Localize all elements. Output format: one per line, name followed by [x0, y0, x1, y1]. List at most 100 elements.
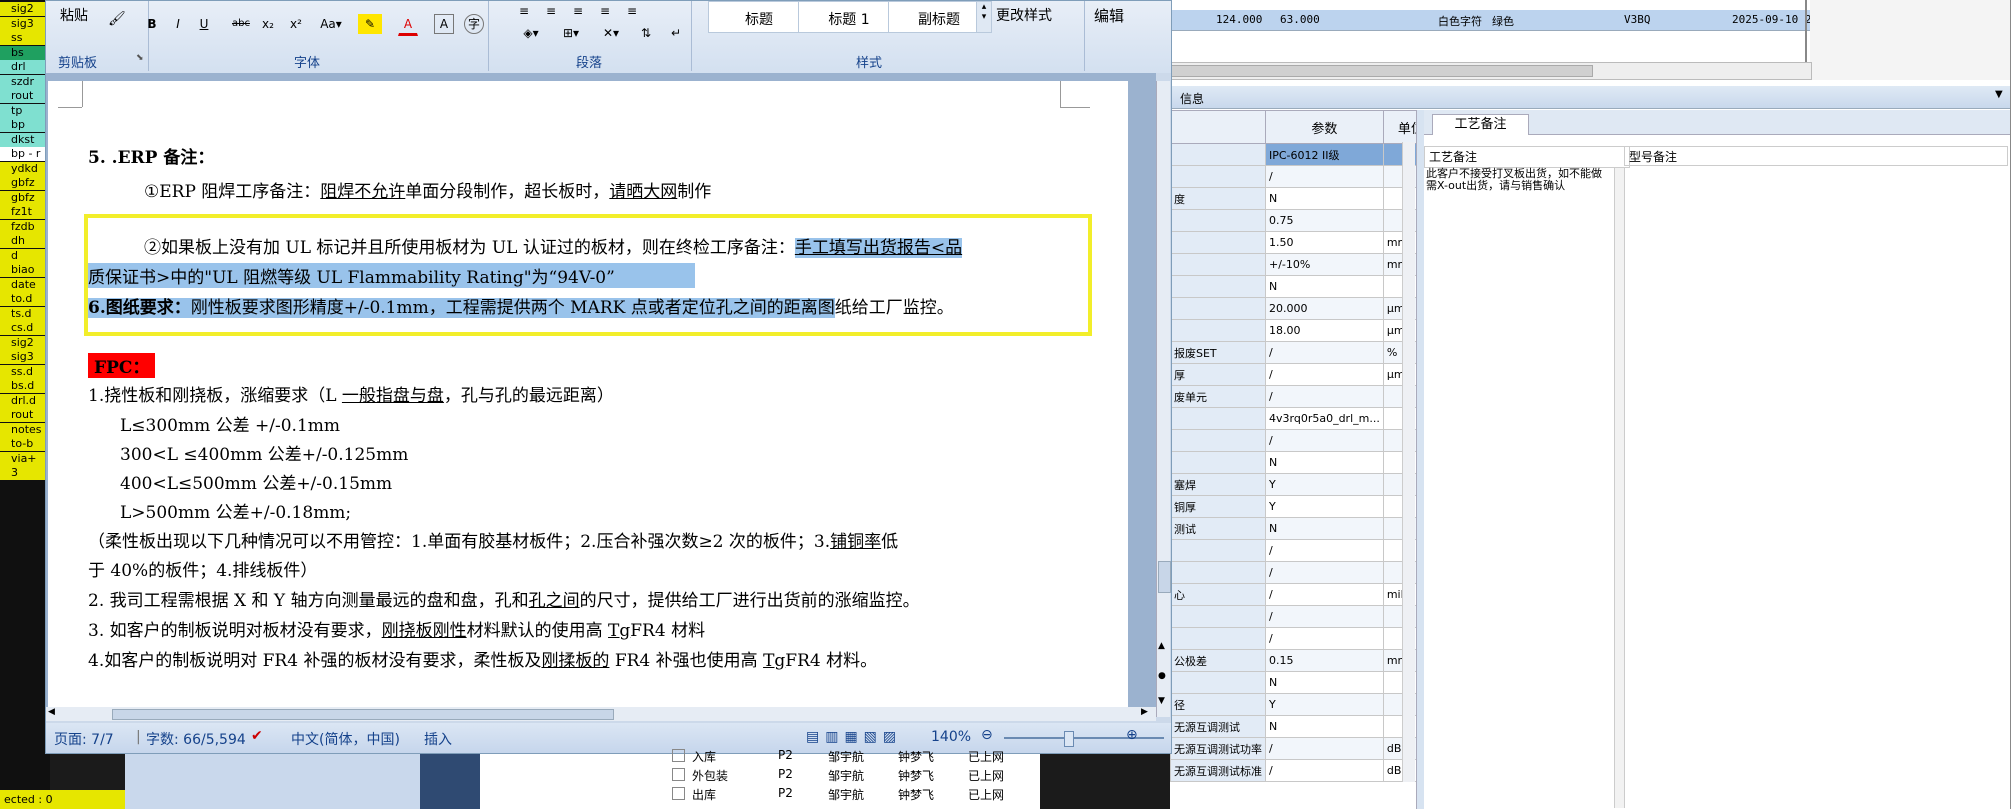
proofing-icon[interactable]: ✔ — [251, 728, 263, 744]
zoom-slider-thumb[interactable] — [1064, 731, 1074, 747]
underline-button[interactable]: U — [194, 14, 214, 34]
align-right-icon[interactable]: ≡ — [568, 1, 588, 21]
checkbox-icon[interactable] — [672, 787, 685, 800]
checkbox-icon[interactable] — [672, 768, 685, 781]
scroll-left-icon[interactable]: ◀ — [48, 707, 55, 717]
cell-value: 2025-09-10 2 — [1732, 13, 1812, 26]
zoom-in-icon[interactable]: ⊕ — [1126, 727, 1138, 743]
italic-button[interactable]: I — [168, 14, 188, 34]
insert-mode[interactable]: 插入 — [424, 729, 452, 749]
left-list-item[interactable]: fzdb — [0, 219, 48, 234]
show-marks-icon[interactable]: ↵ — [666, 23, 686, 43]
justify-icon[interactable]: ≡ — [595, 1, 615, 21]
left-list-item[interactable]: ss — [0, 31, 48, 45]
page-indicator[interactable]: 页面: 7/7 — [54, 729, 114, 749]
left-list-item[interactable]: rout — [0, 89, 48, 103]
left-list-item[interactable]: sig2 — [0, 335, 48, 350]
table-cell: 废单元 — [1170, 385, 1266, 408]
paste-button[interactable]: 粘贴 — [60, 5, 88, 25]
align-left-icon[interactable]: ≡ — [514, 1, 534, 21]
change-styles-button[interactable]: 更改样式 — [996, 5, 1052, 25]
horizontal-scrollbar[interactable] — [1170, 62, 1812, 80]
left-list-item[interactable]: via+ — [0, 451, 48, 466]
left-list-item[interactable]: bp - r — [0, 147, 48, 161]
subscript-button[interactable]: x₂ — [258, 14, 278, 34]
collapse-icon[interactable]: ▼ — [1995, 89, 2003, 100]
style-heading-1[interactable]: 标题 1 — [798, 1, 900, 33]
character-shading-icon[interactable]: A — [434, 14, 454, 34]
style-subtitle[interactable]: 副标题 — [888, 1, 990, 33]
style-heading[interactable]: 标题 — [708, 1, 810, 33]
format-painter-icon[interactable]: 🖌 — [108, 11, 126, 27]
shading-icon[interactable]: ◈▾ — [516, 23, 546, 43]
edit-button[interactable]: 编辑 — [1094, 5, 1124, 26]
next-page-icon[interactable]: ▼ — [1158, 696, 1165, 706]
borders-icon[interactable]: ⊞▾ — [556, 23, 586, 43]
left-list-item[interactable]: rout — [0, 408, 48, 422]
view-buttons[interactable]: ▤▥▦▧▨ — [806, 729, 902, 745]
zoom-slider-track[interactable] — [1004, 737, 1164, 739]
highlight-icon[interactable]: ✎ — [358, 14, 382, 34]
left-list-item[interactable]: szdr — [0, 74, 48, 89]
zoom-level[interactable]: 140% — [931, 729, 971, 745]
left-list-item[interactable]: sig3 — [0, 350, 48, 364]
column-header-param[interactable]: 参数 — [1265, 110, 1384, 144]
styles-more-icon[interactable]: ▴ ▾ — [976, 1, 992, 33]
sort-icon[interactable]: ⇅ — [636, 23, 656, 43]
vertical-scrollbar[interactable] — [1402, 142, 1415, 782]
left-list-item[interactable]: gbfz — [0, 176, 48, 190]
font-color-icon[interactable]: A — [398, 14, 418, 36]
left-list-item[interactable]: to.d — [0, 292, 48, 306]
align-center-icon[interactable]: ≡ — [541, 1, 561, 21]
task-row[interactable]: 入库 P2 邹宇航 钟梦飞 已上网 — [670, 747, 1030, 765]
bold-button[interactable]: B — [142, 14, 162, 34]
scroll-thumb[interactable] — [112, 709, 614, 720]
scroll-thumb[interactable] — [1171, 65, 1593, 77]
left-list-item[interactable]: cs.d — [0, 321, 48, 335]
left-list-item[interactable]: bp — [0, 118, 48, 132]
distributed-icon[interactable]: ≡ — [622, 1, 642, 21]
process-notes-text[interactable]: 此客户不接受打叉板出货，如不能做需X-out出货，请与销售确认 — [1426, 168, 1612, 192]
prev-page-icon[interactable]: ▲ — [1158, 641, 1165, 651]
zoom-out-icon[interactable]: ⊖ — [981, 727, 993, 743]
left-list-item[interactable]: fz1t — [0, 205, 48, 219]
task-row[interactable]: 外包装 P2 邹宇航 钟梦飞 已上网 — [670, 766, 1030, 784]
strikethrough-button[interactable]: abc — [231, 14, 251, 34]
left-list-item[interactable]: dh — [0, 234, 48, 248]
checkbox-icon[interactable] — [672, 749, 685, 762]
left-list-item[interactable]: ss.d — [0, 364, 48, 379]
scroll-right-icon[interactable]: ▶ — [1141, 707, 1148, 717]
left-list-item[interactable]: to-b — [0, 437, 48, 451]
horizontal-scrollbar[interactable]: ◀ ▶ — [46, 707, 1156, 721]
left-list-item[interactable]: drl — [0, 60, 48, 74]
left-list-item[interactable]: drl.d — [0, 393, 48, 408]
dialog-launcher-icon[interactable]: ⬊ — [136, 53, 144, 63]
language-indicator[interactable]: 中文(简体，中国) — [291, 729, 400, 749]
info-bar-label: 信息 — [1180, 92, 1205, 106]
left-list-item[interactable]: bs.d — [0, 379, 48, 393]
chinese-layout-icon[interactable]: ✕▾ — [596, 23, 626, 43]
left-list-item[interactable]: date — [0, 277, 48, 292]
scroll-thumb[interactable] — [1158, 561, 1171, 593]
left-list-item[interactable]: bs — [0, 45, 48, 60]
superscript-button[interactable]: x² — [286, 14, 306, 34]
enclose-characters-icon[interactable]: 字 — [464, 14, 484, 34]
document-page[interactable]: 5. .ERP 备注： ①ERP 阻焊工序备注：阻焊不允许单面分段制作，超长板时… — [48, 81, 1128, 709]
word-count[interactable]: 字数: 66/5,594 — [146, 729, 246, 749]
change-case-button[interactable]: Aa▾ — [316, 14, 346, 34]
left-list-item[interactable]: dkst — [0, 132, 48, 147]
task-row[interactable]: 出库 P2 邹宇航 钟梦飞 已上网 — [670, 785, 1030, 803]
tab-process-notes[interactable]: 工艺备注 — [1432, 114, 1529, 135]
left-list-item[interactable]: biao — [0, 263, 48, 277]
browse-object-icon[interactable]: ● — [1158, 671, 1166, 681]
vertical-scrollbar[interactable]: ▲ ● ▼ — [1156, 81, 1171, 717]
left-list-item[interactable]: sig3 — [0, 16, 48, 31]
left-list-item[interactable]: tp — [0, 103, 48, 118]
left-list-item[interactable]: ts.d — [0, 306, 48, 321]
left-list-item[interactable]: ydkd — [0, 161, 48, 176]
left-list-item[interactable]: d — [0, 248, 48, 263]
left-list-item[interactable]: 3 — [0, 466, 48, 480]
left-list-item[interactable]: gbfz — [0, 190, 48, 205]
left-list-item[interactable]: notes — [0, 422, 48, 437]
left-list-item[interactable]: sig2 — [0, 2, 48, 16]
